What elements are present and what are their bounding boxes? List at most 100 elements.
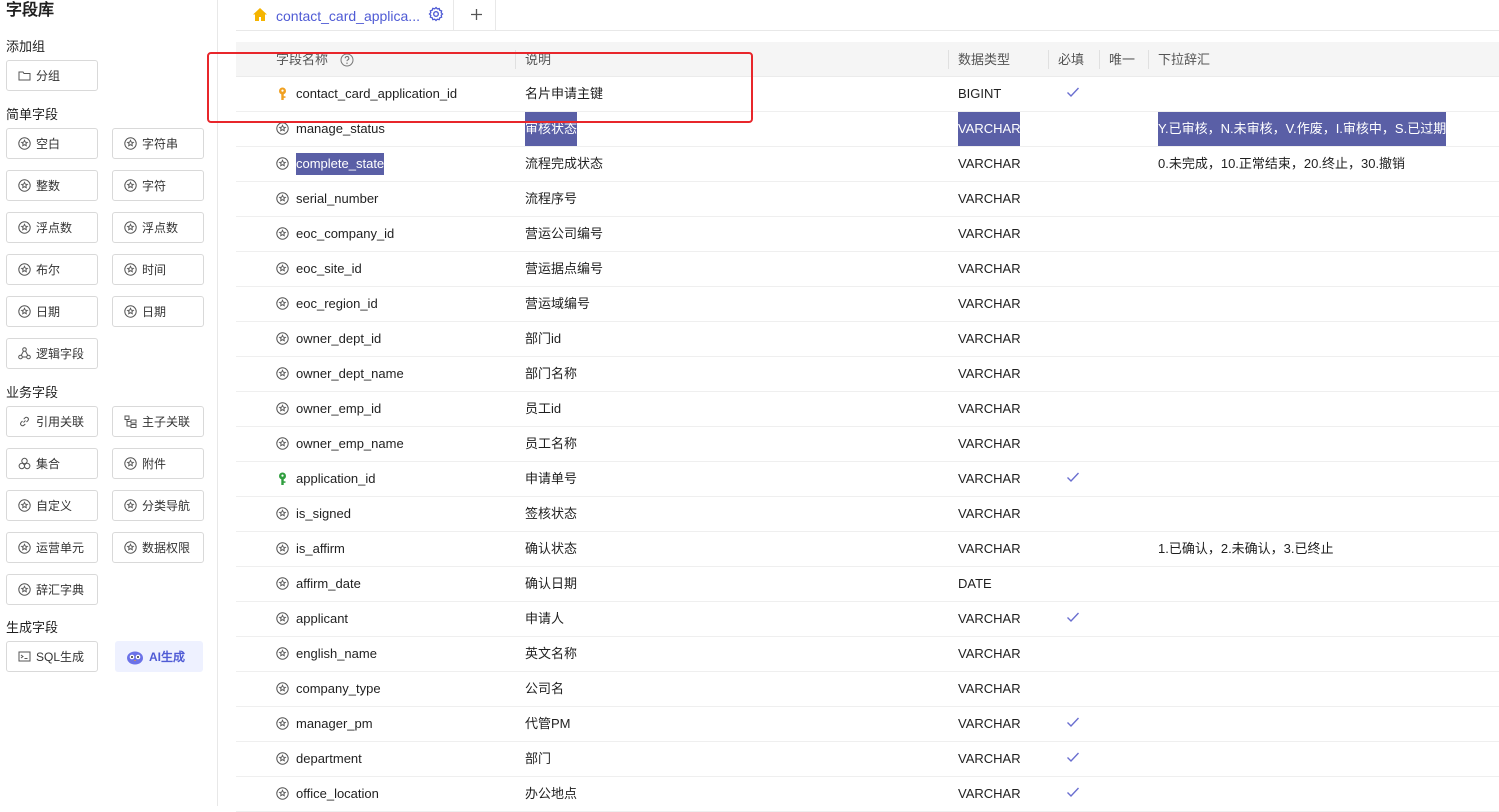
field-icon <box>276 717 289 731</box>
field-description: 英文名称 <box>525 646 578 661</box>
field-data-type: VARCHAR <box>958 226 1021 241</box>
char-field-button[interactable]: 字符 <box>112 170 204 201</box>
field-data-type: VARCHAR <box>958 506 1021 521</box>
section-generate-fields: 生成字段 <box>6 620 59 635</box>
field-data-type: VARCHAR <box>958 331 1021 346</box>
field-description: 确认状态 <box>525 541 578 556</box>
field-icon <box>276 122 289 136</box>
required-check-icon <box>1066 611 1080 627</box>
category-nav-button[interactable]: 分类导航 <box>112 490 204 521</box>
add-tab-button[interactable] <box>458 0 496 31</box>
ai-generate-button[interactable]: AI生成 <box>115 641 203 672</box>
header-divider <box>1099 50 1100 69</box>
string-field-button[interactable]: 字符串 <box>112 128 204 159</box>
table-row[interactable]: complete_state 流程完成状态 VARCHAR 0.未完成，10.正常结束… <box>236 147 1499 182</box>
field-name: owner_dept_name <box>296 366 404 381</box>
table-row[interactable]: department 部门 VARCHAR <box>236 742 1499 777</box>
integer-field-button[interactable]: 整数 <box>6 170 98 201</box>
dictionary-button[interactable]: 辞汇字典 <box>6 574 98 605</box>
time-field-button[interactable]: 时间 <box>112 254 204 285</box>
tab-contact-card-application[interactable]: contact_card_applica... <box>238 0 454 31</box>
field-name: manage_status <box>296 121 385 136</box>
table-row[interactable]: is_affirm 确认状态 VARCHAR 1.已确认，2.未确认，3.已终止 <box>236 532 1499 567</box>
required-check-icon <box>1066 786 1080 802</box>
header-field-name[interactable]: 字段名称 <box>276 42 328 77</box>
field-data-type: VARCHAR <box>958 401 1021 416</box>
table-row[interactable]: manage_status 审核状态 VARCHAR Y.已审核，N.未审核，V.作废… <box>236 112 1499 147</box>
char-field-label: 字符 <box>142 179 167 193</box>
logic-field-button[interactable]: 逻辑字段 <box>6 338 98 369</box>
field-icon <box>18 221 31 234</box>
header-unique[interactable]: 唯一 <box>1109 42 1135 77</box>
field-name: serial_number <box>296 191 379 206</box>
header-description[interactable]: 说明 <box>525 42 551 77</box>
boolean-field-button[interactable]: 布尔 <box>6 254 98 285</box>
field-description: 审核状态 <box>525 112 578 146</box>
data-permission-button[interactable]: 数据权限 <box>112 532 204 563</box>
table-row[interactable]: eoc_site_id 营运据点编号 VARCHAR <box>236 252 1499 287</box>
gear-icon[interactable] <box>428 6 444 25</box>
table-row[interactable]: owner_emp_name 员工名称 VARCHAR <box>236 427 1499 462</box>
header-required[interactable]: 必填 <box>1058 42 1084 77</box>
field-name: manager_pm <box>296 716 373 731</box>
field-icon <box>18 499 31 512</box>
table-row[interactable]: manager_pm 代管PM VARCHAR <box>236 707 1499 742</box>
field-icon <box>276 332 289 346</box>
table-row[interactable]: affirm_date 确认日期 DATE <box>236 567 1499 602</box>
field-description: 部门名称 <box>525 366 578 381</box>
table-row[interactable]: owner_dept_id 部门id VARCHAR <box>236 322 1499 357</box>
float-field-button-2[interactable]: 浮点数 <box>112 212 204 243</box>
date-field-button-2[interactable]: 日期 <box>112 296 204 327</box>
sql-generate-button[interactable]: SQL生成 <box>6 641 98 672</box>
float-field-button[interactable]: 浮点数 <box>6 212 98 243</box>
custom-field-button[interactable]: 自定义 <box>6 490 98 521</box>
field-name: owner_dept_id <box>296 331 382 346</box>
field-table: 字段名称 说明 数据类型 必填 唯一 下拉辞汇 contact_card_app… <box>236 42 1499 812</box>
blank-field-button[interactable]: 空白 <box>6 128 98 159</box>
table-row[interactable]: english_name 英文名称 VARCHAR <box>236 637 1499 672</box>
date-field-button[interactable]: 日期 <box>6 296 98 327</box>
custom-field-label: 自定义 <box>36 499 73 513</box>
table-row[interactable]: owner_dept_name 部门名称 VARCHAR <box>236 357 1499 392</box>
collection-label: 集合 <box>36 457 61 471</box>
table-header: 字段名称 说明 数据类型 必填 唯一 下拉辞汇 <box>236 42 1499 77</box>
field-icon <box>276 577 289 591</box>
boolean-field-label: 布尔 <box>36 263 61 277</box>
group-button[interactable]: 分组 <box>6 60 98 91</box>
field-icon <box>124 457 137 470</box>
field-name: contact_card_application_id <box>296 86 458 101</box>
field-icon <box>124 137 137 150</box>
date-field-label: 日期 <box>36 305 61 319</box>
table-row[interactable]: eoc_company_id 营运公司编号 VARCHAR <box>236 217 1499 252</box>
table-row[interactable]: application_id 申请单号 VARCHAR <box>236 462 1499 497</box>
table-row[interactable]: is_signed 签核状态 VARCHAR <box>236 497 1499 532</box>
field-description: 公司名 <box>525 681 565 696</box>
ops-unit-button[interactable]: 运营单元 <box>6 532 98 563</box>
attachment-button[interactable]: 附件 <box>112 448 204 479</box>
table-row[interactable]: eoc_region_id 营运域编号 VARCHAR <box>236 287 1499 322</box>
reference-link-button[interactable]: 引用关联 <box>6 406 98 437</box>
table-row[interactable]: applicant 申请人 VARCHAR <box>236 602 1499 637</box>
field-name: company_type <box>296 681 381 696</box>
field-data-type: DATE <box>958 576 992 591</box>
terminal-icon <box>18 650 31 663</box>
table-row[interactable]: contact_card_application_id 名片申请主键 BIGINT <box>236 77 1499 112</box>
table-row[interactable]: company_type 公司名 VARCHAR <box>236 672 1499 707</box>
field-data-type: VARCHAR <box>958 296 1021 311</box>
field-data-type: VARCHAR <box>958 681 1021 696</box>
header-data-type[interactable]: 数据类型 <box>958 42 1010 77</box>
required-check-icon <box>1066 716 1080 732</box>
help-icon[interactable] <box>340 53 354 67</box>
table-row[interactable]: serial_number 流程序号 VARCHAR <box>236 182 1499 217</box>
link-icon <box>18 415 31 428</box>
field-icon <box>18 263 31 276</box>
date-field-label-2: 日期 <box>142 305 167 319</box>
data-permission-label: 数据权限 <box>142 541 191 555</box>
collection-button[interactable]: 集合 <box>6 448 98 479</box>
master-child-link-button[interactable]: 主子关联 <box>112 406 204 437</box>
table-row[interactable]: owner_emp_id 员工id VARCHAR <box>236 392 1499 427</box>
header-dropdown-dictionary[interactable]: 下拉辞汇 <box>1158 42 1210 77</box>
field-icon <box>276 542 289 556</box>
table-row[interactable]: office_location 办公地点 VARCHAR <box>236 777 1499 812</box>
hierarchy-icon <box>124 415 137 428</box>
